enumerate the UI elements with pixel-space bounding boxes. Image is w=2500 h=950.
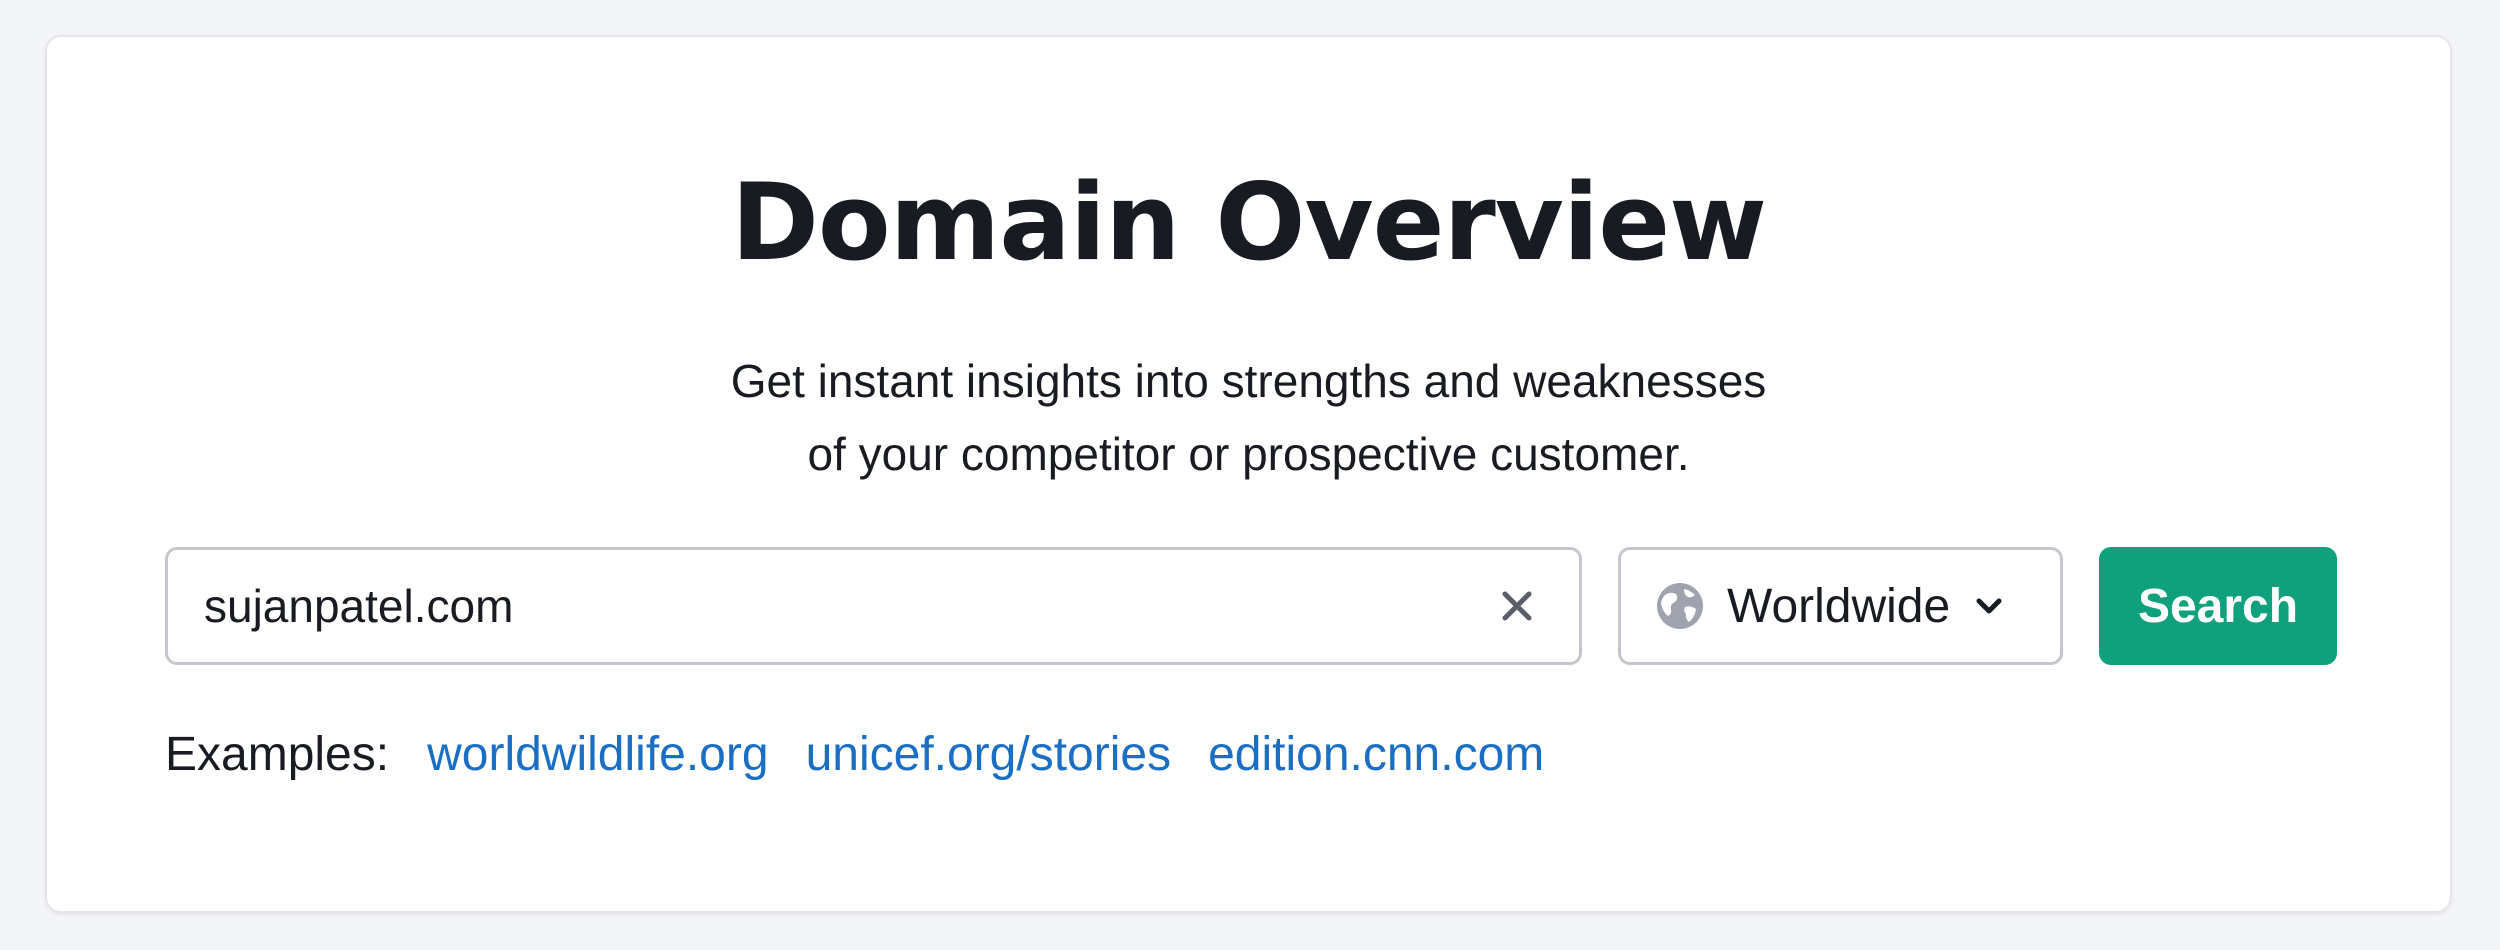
subtitle-line-2: of your competitor or prospective custom… <box>807 428 1690 480</box>
chevron-down-icon <box>1976 598 2002 614</box>
page-subtitle: Get instant insights into strengths and … <box>47 345 2450 491</box>
region-select-value: Worldwide <box>1727 579 1951 633</box>
domain-search-value[interactable]: sujanpatel.com <box>204 579 1495 633</box>
region-select[interactable]: Worldwide <box>1618 547 2063 665</box>
page-title: Domain Overview <box>730 161 1767 284</box>
search-button[interactable]: Search <box>2099 547 2337 665</box>
subtitle-line-1: Get instant insights into strengths and … <box>730 355 1767 407</box>
example-link-unicef[interactable]: unicef.org/stories <box>806 727 1172 782</box>
examples-label: Examples: <box>165 728 390 781</box>
example-link-worldwildlife[interactable]: worldwildlife.org <box>427 727 768 782</box>
globe-icon <box>1657 583 1703 629</box>
examples-row: Examples: worldwildlife.org unicef.org/s… <box>165 727 1581 782</box>
example-link-cnn[interactable]: edition.cnn.com <box>1208 727 1544 782</box>
domain-search-input[interactable]: sujanpatel.com <box>165 547 1582 665</box>
close-icon[interactable] <box>1495 584 1539 628</box>
domain-overview-card: Domain Overview Get instant insights int… <box>45 35 2452 913</box>
